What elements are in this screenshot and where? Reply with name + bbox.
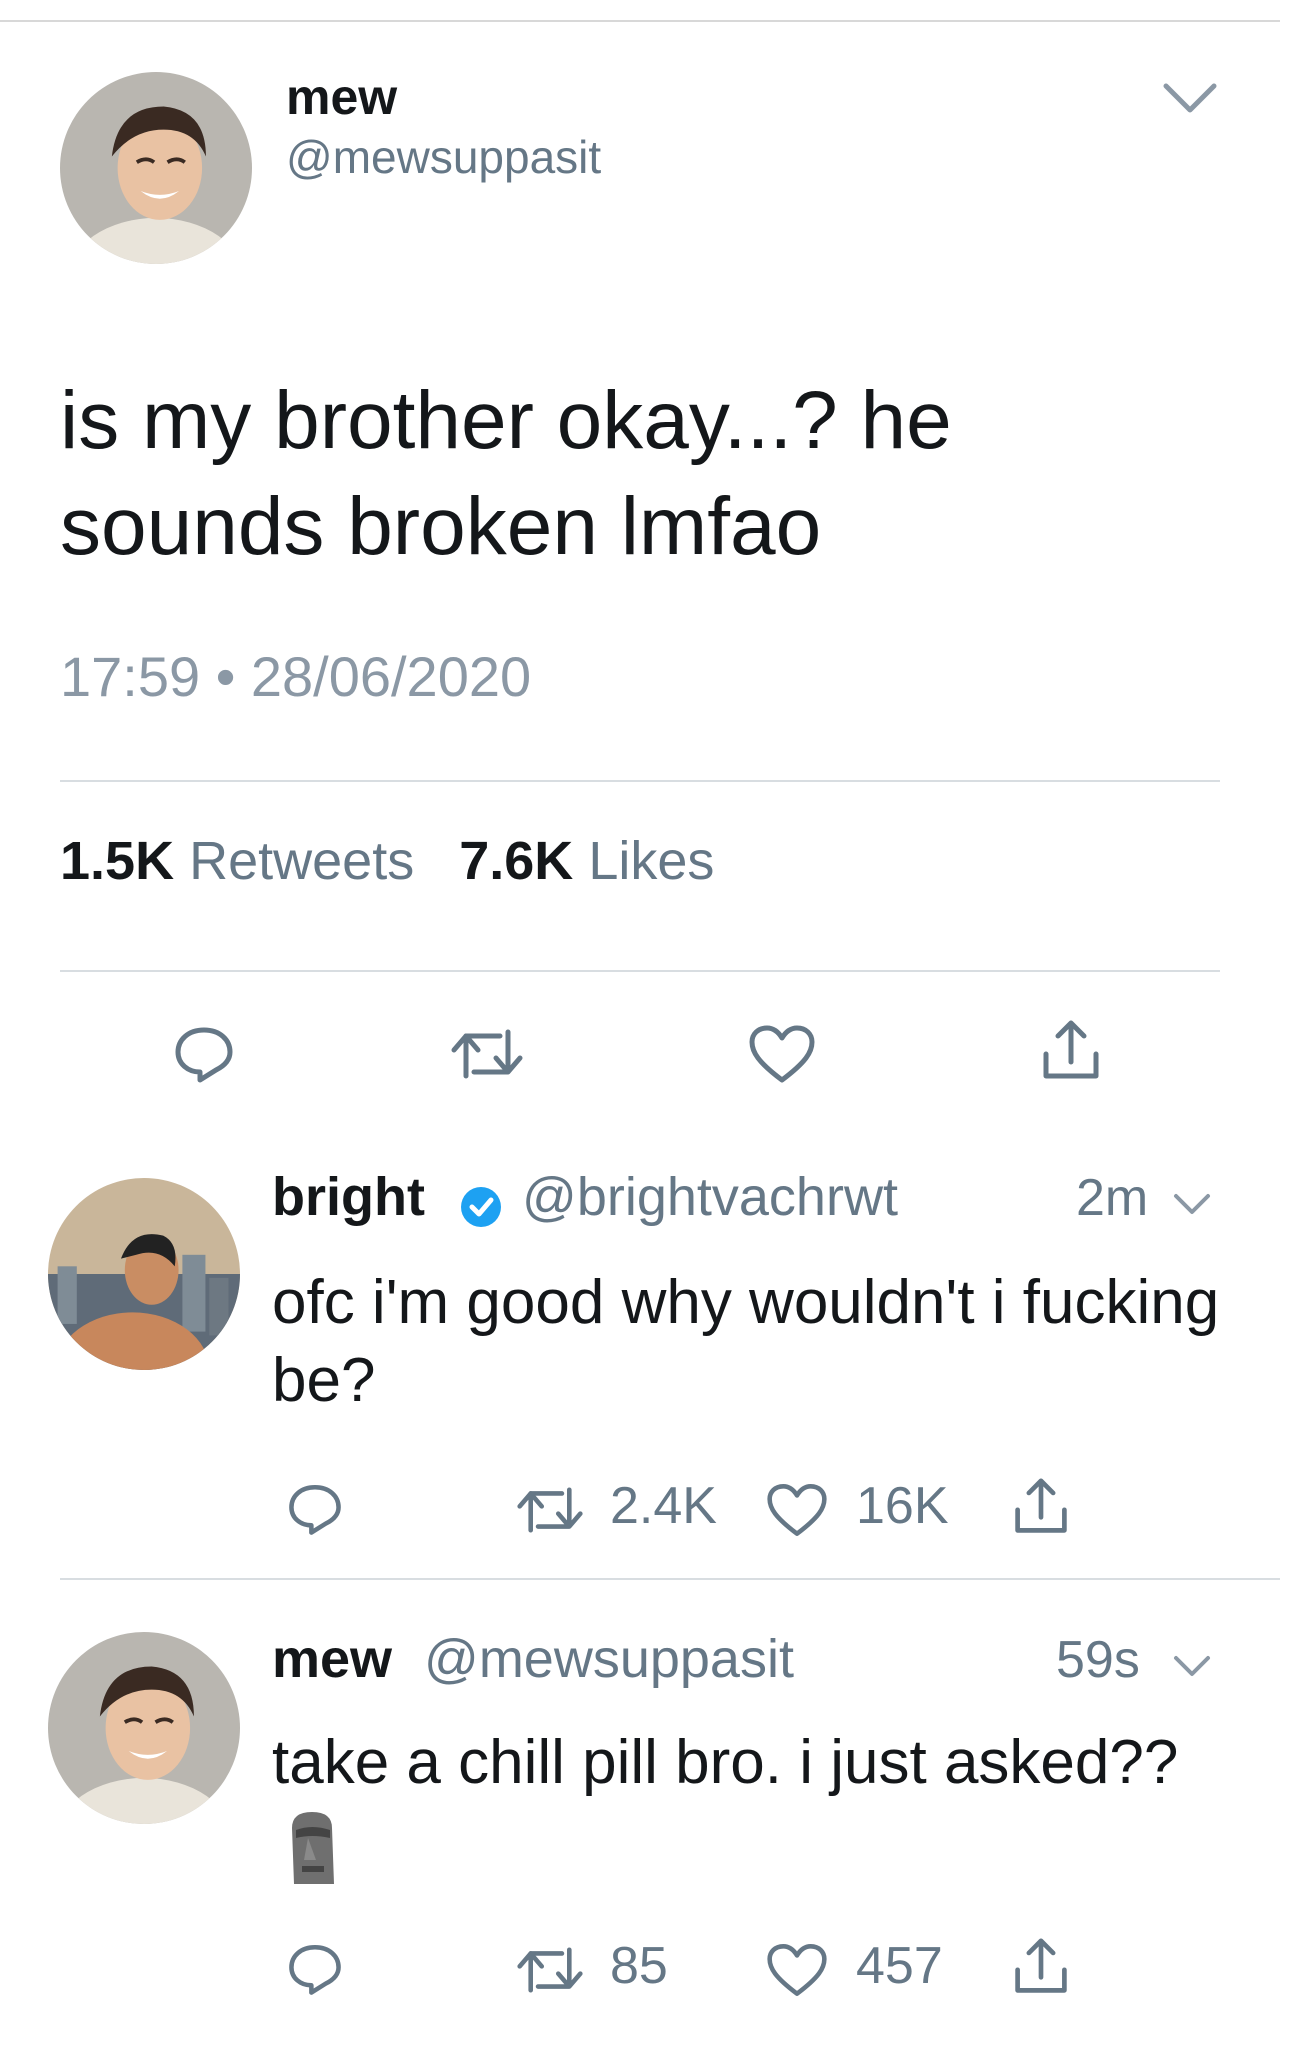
reply-icon[interactable]: [286, 1940, 344, 1998]
retweet-count: 85: [610, 1937, 668, 1995]
reply-text: ofc i'm good why wouldn't i fucking be?: [272, 1268, 1220, 1415]
reply-time[interactable]: 59s: [1056, 1630, 1140, 1690]
moai-emoji-icon: [282, 1808, 342, 1888]
retweet-icon[interactable]: [450, 1026, 524, 1082]
reply-icon[interactable]: [172, 1022, 236, 1086]
retweet-icon[interactable]: [516, 1484, 584, 1536]
reply-author-name[interactable]: mew: [272, 1628, 392, 1690]
share-icon[interactable]: [1012, 1476, 1070, 1538]
main-tweet-timestamp[interactable]: 17:59 • 28/06/2020: [60, 644, 531, 709]
share-icon[interactable]: [1012, 1936, 1070, 1998]
reply-author-handle[interactable]: @brightvachrwt: [522, 1166, 898, 1228]
chevron-down-icon[interactable]: [1160, 78, 1220, 118]
reply-avatar[interactable]: [48, 1632, 240, 1824]
divider: [60, 1578, 1280, 1580]
retweet-icon[interactable]: [516, 1944, 584, 1996]
likes-count[interactable]: 7.6K: [459, 831, 573, 891]
like-icon[interactable]: [748, 1024, 816, 1084]
retweet-count: 2.4K: [610, 1477, 717, 1535]
reply-avatar[interactable]: [48, 1178, 240, 1370]
reply-text: take a chill pill bro. i just asked??: [272, 1728, 1179, 1797]
main-tweet-author-name[interactable]: mew: [286, 68, 397, 126]
main-tweet-author-handle[interactable]: @mewsuppasit: [286, 130, 601, 184]
share-icon[interactable]: [1040, 1018, 1102, 1084]
top-divider: [0, 20, 1280, 22]
like-icon[interactable]: [766, 1482, 828, 1538]
like-icon[interactable]: [766, 1942, 828, 1998]
main-tweet-avatar[interactable]: [60, 72, 252, 264]
reply-time[interactable]: 2m: [1076, 1168, 1148, 1228]
likes-label[interactable]: Likes: [588, 831, 714, 891]
divider: [60, 780, 1220, 782]
like-count: 16K: [856, 1477, 949, 1535]
divider: [60, 970, 1220, 972]
reply-icon[interactable]: [286, 1480, 344, 1538]
retweets-label[interactable]: Retweets: [189, 831, 414, 891]
chevron-down-icon[interactable]: [1172, 1652, 1212, 1680]
engagement-stats: 1.5K Retweets 7.6K Likes: [60, 830, 714, 892]
retweets-count[interactable]: 1.5K: [60, 831, 174, 891]
reply-author-name[interactable]: bright: [272, 1166, 425, 1228]
reply-author-handle[interactable]: @mewsuppasit: [424, 1628, 794, 1690]
verified-badge-icon: [460, 1186, 502, 1228]
chevron-down-icon[interactable]: [1172, 1190, 1212, 1218]
like-count: 457: [856, 1937, 943, 1995]
main-tweet-text: is my brother okay...? he sounds broken …: [60, 375, 952, 572]
